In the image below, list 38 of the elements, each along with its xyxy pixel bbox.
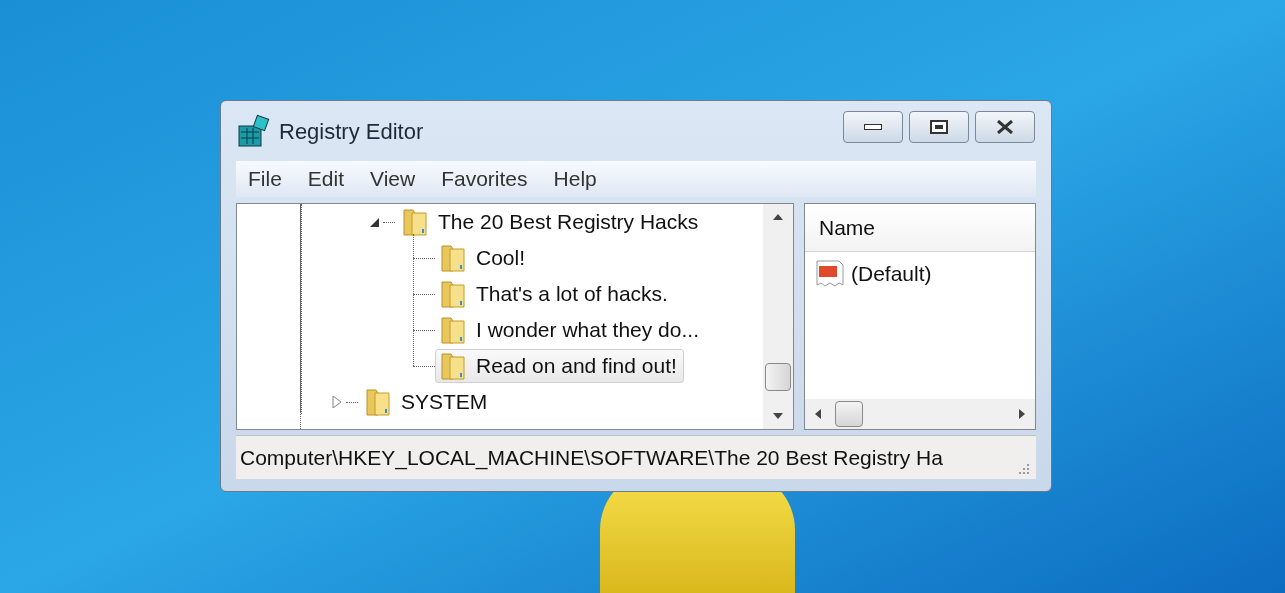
horizontal-scrollbar[interactable] [805, 399, 1035, 429]
close-button[interactable] [975, 111, 1035, 143]
scroll-right-icon [1019, 409, 1025, 419]
scroll-down-icon [773, 413, 783, 419]
menu-item[interactable]: Edit [299, 163, 353, 195]
expand-arrow-icon[interactable] [332, 396, 342, 408]
menu-item[interactable]: Favorites [433, 163, 536, 195]
vertical-scrollbar[interactable] [763, 204, 793, 429]
restore-icon [930, 120, 948, 134]
window-title: Registry Editor [279, 117, 424, 146]
tree-item[interactable]: That's a lot of hacks. [435, 277, 675, 311]
menu-item[interactable]: View [362, 163, 424, 195]
close-icon [996, 120, 1014, 134]
tree-item[interactable]: Cool! [435, 241, 533, 275]
menu-item[interactable]: Help [545, 163, 605, 195]
folder-icon [438, 315, 468, 345]
folder-icon [363, 387, 393, 417]
tree-item[interactable]: Read on and find out! [435, 349, 684, 383]
scroll-left-icon [815, 409, 821, 419]
scroll-up-icon [773, 214, 783, 220]
registry-cubes-icon [237, 114, 271, 148]
minimize-icon [864, 124, 882, 130]
collapse-arrow-icon[interactable] [369, 217, 379, 227]
tree-item[interactable]: SYSTEM [360, 385, 495, 419]
tree-item[interactable]: I wonder what they do... [435, 313, 706, 347]
folder-icon [400, 207, 430, 237]
resize-grip-icon [1018, 463, 1030, 475]
menu-item[interactable]: File [240, 163, 290, 195]
folder-icon [438, 279, 468, 309]
scroll-thumb[interactable] [765, 362, 791, 391]
value-name[interactable]: (Default) [851, 258, 932, 290]
status-path: Computer\HKEY_LOCAL_MACHINE\SOFTWARE\The 20 Best Registry Ha [240, 444, 943, 472]
minimize-button[interactable] [843, 111, 903, 143]
tree-item[interactable]: The 20 Best Registry Hacks [397, 205, 706, 239]
folder-icon [438, 243, 468, 273]
folder-icon [438, 351, 468, 381]
maximize-button[interactable] [909, 111, 969, 143]
scroll-thumb[interactable] [835, 401, 863, 427]
